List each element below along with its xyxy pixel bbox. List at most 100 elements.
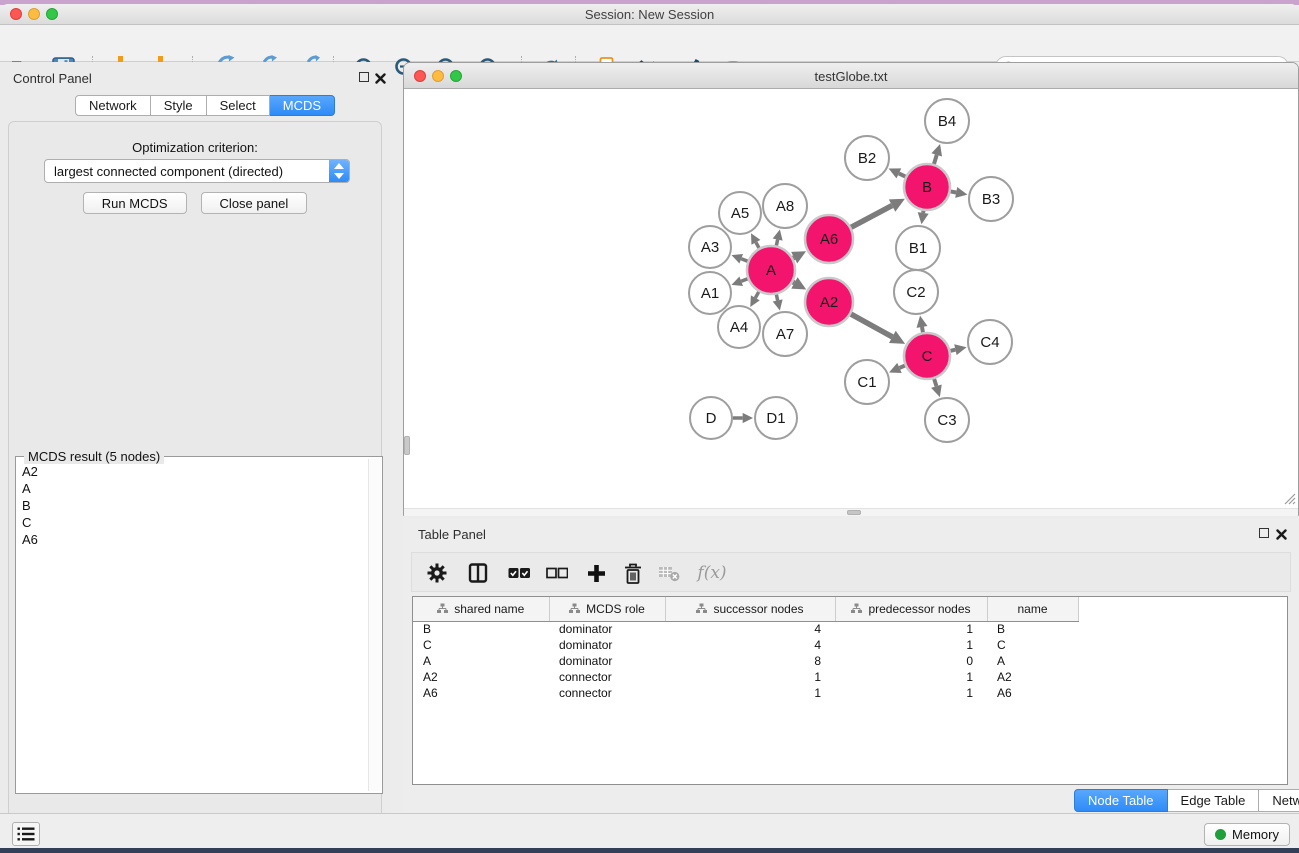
arrowhead-C-C4 [954,344,966,355]
run-mcds-button[interactable]: Run MCDS [83,192,187,214]
tab-network-table[interactable]: Network Table [1259,789,1299,812]
table-cell[interactable]: 1 [835,637,987,653]
edge-A6-B[interactable] [851,206,892,228]
close-panel-icon[interactable] [1276,527,1287,545]
edge-A-A5[interactable] [756,242,759,248]
table-cell[interactable]: dominator [549,637,665,653]
delete-table-icon[interactable] [657,561,681,585]
desktop-background [0,848,1299,853]
tab-select[interactable]: Select [207,95,270,116]
criterion-dropdown[interactable]: largest connected component (directed) [44,159,350,183]
table-cell[interactable]: B [413,621,549,637]
column-header-mcds-role[interactable]: MCDS role [549,597,665,621]
column-header-predecessor-nodes[interactable]: predecessor nodes [835,597,987,621]
edge-A2-C[interactable] [851,314,892,337]
result-item[interactable]: A2 [17,463,367,480]
table-cell[interactable]: A6 [987,685,1078,701]
table-cell[interactable]: 1 [835,621,987,637]
deselect-all-icon[interactable] [545,561,569,585]
table-row[interactable]: A2connector11A2 [413,669,1288,685]
result-item[interactable]: A6 [17,531,367,548]
edge-B-B3[interactable] [951,191,957,192]
close-panel-icon[interactable] [375,71,386,89]
table-cell[interactable]: 0 [835,653,987,669]
edge-B-B4[interactable] [934,155,937,164]
result-item[interactable]: A [17,480,367,497]
table-row[interactable]: A6connector11A6 [413,685,1288,701]
table-cell[interactable]: 1 [665,669,835,685]
table-cell[interactable]: 4 [665,621,835,637]
function-builder-icon[interactable]: f(x) [695,561,729,585]
float-panel-icon[interactable] [1259,528,1269,538]
gear-icon[interactable] [425,561,449,585]
network-canvas[interactable]: B4B2BB3A8A5A6A3B1AA1C2A2A4A7C4CC1C3DD1 [404,89,1298,516]
result-scrollbar[interactable] [368,459,381,791]
table-cell[interactable]: A6 [413,685,549,701]
delete-icon[interactable] [621,561,645,585]
table-cell[interactable]: C [413,637,549,653]
table-cell[interactable]: connector [549,669,665,685]
edge-A-A4[interactable] [755,292,758,298]
resize-grip-icon[interactable] [1283,492,1296,505]
select-all-icon[interactable] [507,561,531,585]
table-cell[interactable]: 1 [835,669,987,685]
edge-A-A7[interactable] [776,294,777,300]
node-label-A2: A2 [820,294,838,311]
result-item[interactable]: B [17,497,367,514]
result-item[interactable]: C [17,514,367,531]
table-cell[interactable]: dominator [549,621,665,637]
mcds-tab-content: Optimization criterion: largest connecte… [8,121,382,853]
table-toolbar: f(x) [411,552,1291,592]
arrowhead-C-C2 [917,316,928,328]
table-header-row[interactable]: shared nameMCDS rolesuccessor nodesprede… [413,597,1288,621]
column-header-shared-name[interactable]: shared name [413,597,549,621]
table-cell[interactable]: dominator [549,653,665,669]
column-header-successor-nodes[interactable]: successor nodes [665,597,835,621]
network-graph[interactable]: B4B2BB3A8A5A6A3B1AA1C2A2A4A7C4CC1C3DD1 [404,89,1298,508]
control-panel: Control Panel NetworkStyleSelectMCDS Opt… [0,62,390,813]
table-cell[interactable]: 4 [665,637,835,653]
node-label-B3: B3 [982,191,1000,208]
close-panel-button[interactable]: Close panel [201,192,308,214]
tab-mcds[interactable]: MCDS [270,95,335,116]
float-panel-icon[interactable] [359,72,369,82]
table-cell-filler [1078,653,1288,669]
table-cell[interactable]: A [987,653,1078,669]
table-cell[interactable]: B [987,621,1078,637]
column-browser-icon[interactable] [466,561,490,585]
node-table: shared nameMCDS rolesuccessor nodesprede… [412,596,1288,785]
table-cell[interactable]: 1 [665,685,835,701]
memory-button[interactable]: Memory [1204,823,1290,846]
edge-C-C1[interactable] [899,366,904,368]
edge-C-C2[interactable] [922,327,923,332]
vertical-scrollbar-thumb[interactable] [404,436,410,455]
edge-A-A8[interactable] [776,240,777,246]
add-column-icon[interactable] [584,561,608,585]
horizontal-scrollbar[interactable] [404,508,1298,516]
table-row[interactable]: Adominator80A [413,653,1288,669]
edge-C-C3[interactable] [934,379,936,386]
table-row[interactable]: Bdominator41B [413,621,1288,637]
table-cell[interactable]: 8 [665,653,835,669]
table-cell[interactable]: A2 [413,669,549,685]
table-cell[interactable]: A [413,653,549,669]
edge-A-A1[interactable] [741,279,747,281]
edge-A-A3[interactable] [741,259,747,261]
table-cell[interactable]: C [987,637,1078,653]
tab-edge-table[interactable]: Edge Table [1168,789,1260,812]
table-row[interactable]: Cdominator41C [413,637,1288,653]
tab-node-table[interactable]: Node Table [1074,789,1168,812]
arrowhead-B-B4 [931,144,942,157]
task-history-button[interactable] [12,822,40,846]
edge-B-B2[interactable] [899,173,906,176]
table-cell[interactable]: A2 [987,669,1078,685]
tab-style[interactable]: Style [151,95,207,116]
node-label-A3: A3 [701,239,719,256]
table-cell[interactable]: 1 [835,685,987,701]
horizontal-scrollbar-thumb[interactable] [847,510,861,515]
edge-C-C4[interactable] [950,350,955,351]
column-header-name[interactable]: name [987,597,1078,621]
tab-network[interactable]: Network [75,95,151,116]
mcds-result-title: MCDS result (5 nodes) [24,449,164,464]
table-cell[interactable]: connector [549,685,665,701]
